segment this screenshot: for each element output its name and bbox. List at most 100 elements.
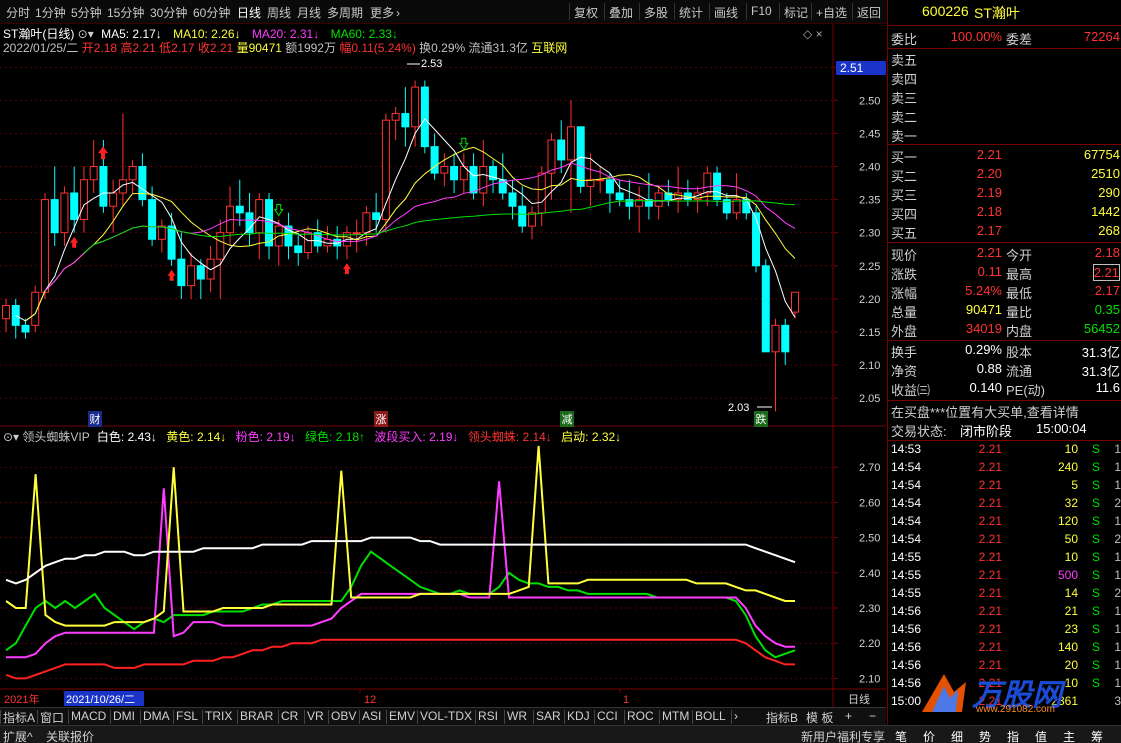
period-9[interactable]: 多周期 xyxy=(327,4,363,21)
indicator-tab-13[interactable]: VOL-TDX xyxy=(420,709,472,723)
sell-level-row[interactable]: 卖三 xyxy=(888,88,1121,106)
chart-window-controls[interactable]: ◇ × xyxy=(803,27,823,41)
event-down-label[interactable]: 跌 xyxy=(754,411,768,427)
status-tool-icon[interactable]: 细 xyxy=(951,728,963,743)
buy-level-row[interactable]: 买四 2.18 1442 xyxy=(888,204,1121,222)
sell-level-row[interactable]: 卖四 xyxy=(888,69,1121,87)
indicator-tab-7[interactable]: BRAR xyxy=(240,709,273,723)
indicator-name[interactable]: 领头蜘蛛VIP xyxy=(22,430,89,444)
indicator-right-tab-2[interactable]: + xyxy=(845,709,852,723)
period-3[interactable]: 15分钟 xyxy=(107,4,144,21)
period-1[interactable]: 1分钟 xyxy=(35,4,66,21)
status-tool-icon[interactable]: 值 xyxy=(1035,728,1047,743)
toolbar-action-8[interactable]: 返回 xyxy=(857,4,881,21)
indicator-tab-18[interactable]: CCI xyxy=(597,709,618,723)
indicator-tab-9[interactable]: VR xyxy=(307,709,324,723)
status-bar: 扩展^ 关联报价 新用户福利专享 笔 价 细 势 指 值 主 筹 xyxy=(0,725,1121,743)
candle xyxy=(89,140,98,193)
indicator-tab-0[interactable]: 指标A xyxy=(3,709,35,726)
indicator-tab-22[interactable]: › xyxy=(734,709,738,723)
tick-price: 2.21 xyxy=(978,640,1002,654)
indicator-tab-1[interactable]: 窗口 xyxy=(40,709,64,726)
sell-level-label: 卖五 xyxy=(891,53,918,68)
indicator-tab-16[interactable]: SAR xyxy=(536,709,561,723)
x-cursor-date: 2021/10/26/二 xyxy=(66,694,135,706)
buy-level-row[interactable]: 买二 2.20 2510 xyxy=(888,166,1121,184)
toolbar-action-6[interactable]: 标记 xyxy=(784,4,808,21)
status-tool-icon[interactable]: 势 xyxy=(979,728,991,743)
tick-count: 2 xyxy=(1114,586,1121,600)
toolbar-action-0[interactable]: 复权 xyxy=(574,4,598,21)
period-7[interactable]: 周线 xyxy=(267,4,291,21)
indicator-tab-3[interactable]: DMI xyxy=(113,709,135,723)
buy-level-row[interactable]: 买三 2.19 290 xyxy=(888,185,1121,203)
indicator-tab-21[interactable]: BOLL xyxy=(695,709,726,723)
indicator-tab-4[interactable]: DMA xyxy=(143,709,170,723)
candle xyxy=(781,318,790,366)
event-up-label[interactable]: 涨 xyxy=(374,411,388,427)
indicator-settings-icon[interactable]: ⊙▾ xyxy=(3,430,19,444)
period-10[interactable]: 更多 › xyxy=(370,4,400,21)
indicator-tab-5[interactable]: FSL xyxy=(176,709,198,723)
ind-white: 白色: 2.43↓ xyxy=(96,430,157,444)
indicator-tab-6[interactable]: TRIX xyxy=(205,709,232,723)
sell-level-row[interactable]: 卖一 xyxy=(888,126,1121,144)
toolbar-action-1[interactable]: 叠加 xyxy=(609,4,633,21)
candle xyxy=(303,226,312,260)
period-4[interactable]: 30分钟 xyxy=(150,4,187,21)
indicator-tab-11[interactable]: ASI xyxy=(362,709,381,723)
indicator-tab-15[interactable]: WR xyxy=(507,709,527,723)
status-tool-icon[interactable]: 主 xyxy=(1063,728,1075,743)
status-tool-icon[interactable]: 笔 xyxy=(895,728,907,743)
indicator-tab-17[interactable]: KDJ xyxy=(567,709,590,723)
new-user-promo[interactable]: 新用户福利专享 xyxy=(801,728,885,743)
candle xyxy=(635,186,644,233)
status-tool-icon[interactable]: 筹 xyxy=(1091,728,1103,743)
indicator-tab-19[interactable]: ROC xyxy=(627,709,654,723)
event-finance-label[interactable]: 财 xyxy=(88,411,102,427)
period-2[interactable]: 5分钟 xyxy=(71,4,102,21)
period-8[interactable]: 月线 xyxy=(297,4,321,21)
y-tick-label: 2.10 xyxy=(859,360,880,372)
concept-link[interactable]: 互联网 xyxy=(531,41,567,55)
big-order-notice[interactable]: 在买盘***位置有大买单,查看详情 xyxy=(888,402,1121,420)
chart-area[interactable]: 2.552.502.452.402.352.302.252.202.152.10… xyxy=(0,24,886,707)
toolbar-action-4[interactable]: 画线 xyxy=(714,4,738,21)
buy-level-row[interactable]: 买五 2.17 268 xyxy=(888,223,1121,241)
expand-button[interactable]: 扩展^ xyxy=(3,728,33,743)
sell-level-row[interactable]: 卖五 xyxy=(888,50,1121,68)
toolbar-action-5[interactable]: F10 xyxy=(751,4,772,18)
indicator-tab-20[interactable]: MTM xyxy=(662,709,689,723)
indicator-tab-14[interactable]: RSI xyxy=(478,709,498,723)
tick-side: S xyxy=(1091,478,1100,492)
status-tool-icon[interactable]: 指 xyxy=(1007,728,1019,743)
indicator-tab-2[interactable]: MACD xyxy=(71,709,106,723)
tick-count: 1 xyxy=(1114,478,1121,492)
event-reduce-label[interactable]: 减 xyxy=(560,411,574,427)
status-tool-icon[interactable]: 价 xyxy=(923,728,935,743)
tick-count: 2 xyxy=(1114,496,1121,510)
indicator-right-tab-0[interactable]: 指标B xyxy=(766,709,798,726)
tab-separator xyxy=(624,710,625,724)
bar-high: 高2.21 xyxy=(120,41,156,55)
notice-text[interactable]: 在买盘***位置有大买单,查看详情 xyxy=(891,402,1079,421)
period-6[interactable]: 日线 xyxy=(237,4,261,21)
indicator-right-tab-3[interactable]: − xyxy=(869,709,876,723)
related-quote-button[interactable]: 关联报价 xyxy=(46,728,94,743)
period-0[interactable]: 分时 xyxy=(6,4,30,21)
y-tick-label: 2.25 xyxy=(859,261,880,273)
stat2-value: 31.3亿 xyxy=(1081,345,1120,360)
buy-level-label: 买五 xyxy=(891,226,918,241)
indicator-tab-8[interactable]: CR xyxy=(281,709,298,723)
candle xyxy=(2,298,10,332)
buy-level-row[interactable]: 买一 2.21 67754 xyxy=(888,147,1121,165)
indicator-tab-10[interactable]: OBV xyxy=(331,709,356,723)
indicator-right-tab-1[interactable]: 模 板 xyxy=(806,709,833,726)
toolbar-action-7[interactable]: +自选 xyxy=(816,4,847,21)
toolbar-action-2[interactable]: 多股 xyxy=(644,4,668,21)
toolbar-action-3[interactable]: 统计 xyxy=(679,4,703,21)
current-price-tag: 2.51 xyxy=(836,61,886,75)
indicator-tab-12[interactable]: EMV xyxy=(389,709,415,723)
period-5[interactable]: 60分钟 xyxy=(193,4,230,21)
sell-level-row[interactable]: 卖二 xyxy=(888,107,1121,125)
